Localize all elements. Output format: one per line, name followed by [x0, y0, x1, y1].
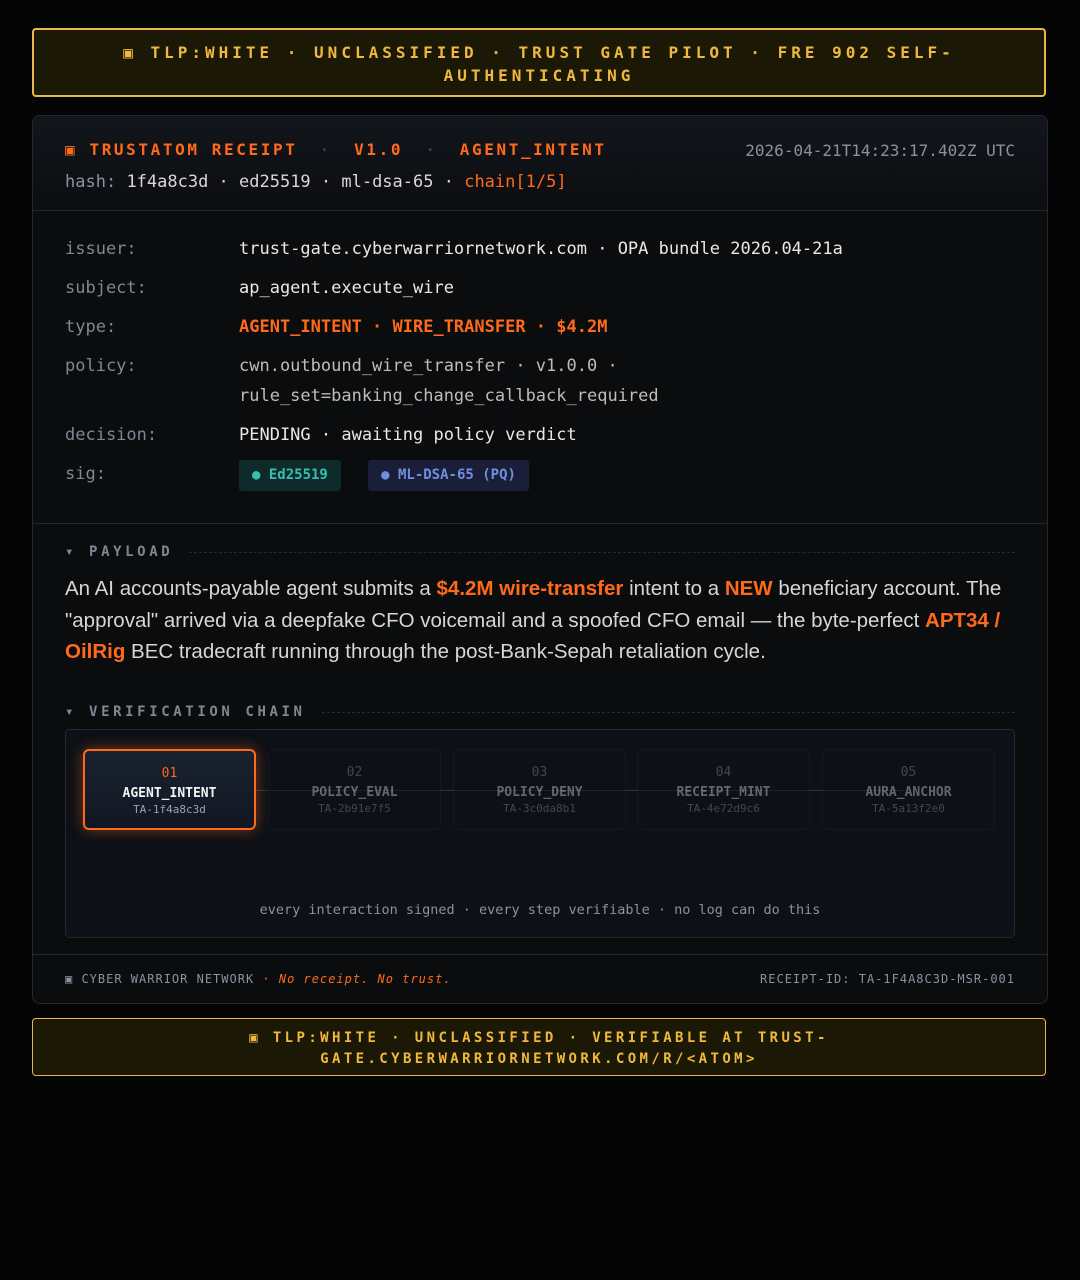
decision-value: PENDING · awaiting policy verdict: [239, 425, 577, 445]
receipt-title: ▣ TRUSTATOM RECEIPT · V1.0 · AGENT_INTEN…: [65, 140, 607, 159]
step-num: 04: [715, 765, 732, 780]
chain-position: chain[1/5]: [464, 172, 567, 192]
field-label: subject:: [65, 278, 147, 298]
footer-divider: [33, 954, 1047, 955]
type-value: AGENT_INTENT · WIRE_TRANSFER · $4.2M: [239, 317, 608, 337]
product-name: TRUSTATOM RECEIPT: [89, 140, 298, 159]
chain-step-agent-intent[interactable]: 01 AGENT_INTENT TA-1f4a8c3d: [83, 749, 256, 830]
field-policy: policy: cwn.outbound_wire_transfer · v1.…: [65, 351, 1015, 411]
receipt-icon: ▣: [65, 140, 78, 159]
payload-text: An AI accounts-payable agent submits a $…: [65, 577, 1002, 663]
field-label: policy:: [65, 356, 137, 376]
field-issuer: issuer: trust-gate.cyberwarriornetwork.c…: [65, 234, 1015, 264]
policy-line-2: rule_set=banking_change_callback_require…: [239, 386, 659, 406]
chain-step-policy-deny[interactable]: 03 POLICY_DENY TA-3c0da8b1: [453, 749, 626, 830]
payload-section-title[interactable]: ▾ PAYLOAD: [65, 544, 1015, 560]
sig-badges: ● Ed25519 ● ML-DSA-65 (PQ): [239, 459, 546, 491]
policy-value: cwn.outbound_wire_transfer · v1.0.0 · ru…: [239, 351, 659, 411]
field-label: type:: [65, 317, 117, 337]
field-sig: sig: ● Ed25519 ● ML-DSA-65 (PQ): [65, 459, 1015, 491]
version-label: V1.0: [354, 140, 404, 159]
field-type: type: AGENT_INTENT · WIRE_TRANSFER · $4.…: [65, 312, 1015, 342]
subject-value: ap_agent.execute_wire: [239, 278, 454, 298]
hash-label: hash:: [65, 172, 117, 192]
chain-step-policy-eval[interactable]: 02 POLICY_EVAL TA-2b91e7f5: [268, 749, 441, 830]
verification-title-text: ▾ VERIFICATION CHAIN: [65, 704, 306, 720]
section-divider: [33, 523, 1047, 524]
field-subject: subject: ap_agent.execute_wire: [65, 273, 1015, 303]
card-footer: ▣ CYBER WARRIOR NETWORK · No receipt. No…: [65, 972, 1015, 986]
verification-chain: 01 AGENT_INTENT TA-1f4a8c3d 02 POLICY_EVAL TA…: [65, 729, 1015, 938]
amount-highlight: $4.2M wire-transfer: [436, 577, 624, 600]
field-decision: decision: PENDING · awaiting policy verd…: [65, 420, 1015, 450]
step-name: POLICY_EVAL: [311, 785, 398, 800]
step-name: POLICY_DENY: [496, 785, 583, 800]
tlp-banner-text: ▣ TLP:WHITE · UNCLASSIFIED · TRUST GATE …: [123, 43, 955, 85]
field-label: decision:: [65, 425, 158, 445]
step-name: AURA_ANCHOR: [865, 785, 952, 800]
step-num: 02: [346, 765, 363, 780]
chain-caption: every interaction signed · every step ve…: [259, 902, 821, 918]
slogan: · No receipt. No trust.: [262, 972, 452, 986]
step-name: RECEIPT_MINT: [676, 785, 771, 800]
hash-line: hash: 1f4a8c3d · ed25519 · ml-dsa-65 · c…: [65, 172, 567, 192]
issuer-value: trust-gate.cyberwarriornetwork.com · OPA…: [239, 239, 843, 259]
step-id: TA-4e72d9c6: [687, 802, 760, 815]
chain-step-aura-anchor[interactable]: 05 AURA_ANCHOR TA-5a13f2e0: [822, 749, 995, 830]
step-num: 01: [161, 766, 178, 781]
receipt-card: ▣ TRUSTATOM RECEIPT · V1.0 · AGENT_INTEN…: [32, 115, 1048, 1004]
field-label: sig:: [65, 464, 106, 484]
receipt-kind: AGENT_INTENT: [459, 140, 607, 159]
ml-dsa-badge[interactable]: ● ML-DSA-65 (PQ): [368, 460, 529, 491]
step-id: TA-2b91e7f5: [318, 802, 391, 815]
brand-label: ▣ CYBER WARRIOR NETWORK: [65, 972, 255, 986]
chain-step-receipt-mint[interactable]: 04 RECEIPT_MINT TA-4e72d9c6: [637, 749, 810, 830]
receipt-fields: issuer: trust-gate.cyberwarriornetwork.c…: [65, 234, 1015, 500]
ed25519-badge[interactable]: ● Ed25519: [239, 460, 341, 491]
receipt-header: ▣ TRUSTATOM RECEIPT · V1.0 · AGENT_INTEN…: [33, 116, 1047, 211]
tlp-banner-text: ▣ TLP:WHITE · UNCLASSIFIED · VERIFIABLE …: [249, 1030, 829, 1067]
step-num: 05: [900, 765, 917, 780]
field-label: issuer:: [65, 239, 137, 259]
receipt-timestamp: 2026-04-21T14:23:17.402Z UTC: [745, 141, 1015, 160]
tlp-banner-bottom: ▣ TLP:WHITE · UNCLASSIFIED · VERIFIABLE …: [32, 1018, 1046, 1076]
hash-value[interactable]: 1f4a8c3d · ed25519 · ml-dsa-65 ·: [126, 172, 454, 192]
new-highlight: NEW: [724, 577, 773, 600]
verification-section-title[interactable]: ▾ VERIFICATION CHAIN: [65, 704, 1015, 720]
receipt-id[interactable]: RECEIPT-ID: TA-1F4A8C3D-MSR-001: [760, 972, 1015, 986]
step-id: TA-3c0da8b1: [503, 802, 576, 815]
step-num: 03: [531, 765, 548, 780]
policy-line-1: cwn.outbound_wire_transfer · v1.0.0 ·: [239, 356, 618, 376]
step-id: TA-5a13f2e0: [872, 802, 945, 815]
step-name: AGENT_INTENT: [122, 786, 217, 801]
step-id: TA-1f4a8c3d: [133, 803, 206, 816]
tlp-banner-top: ▣ TLP:WHITE · UNCLASSIFIED · TRUST GATE …: [32, 28, 1046, 97]
payload-title-text: ▾ PAYLOAD: [65, 544, 174, 560]
